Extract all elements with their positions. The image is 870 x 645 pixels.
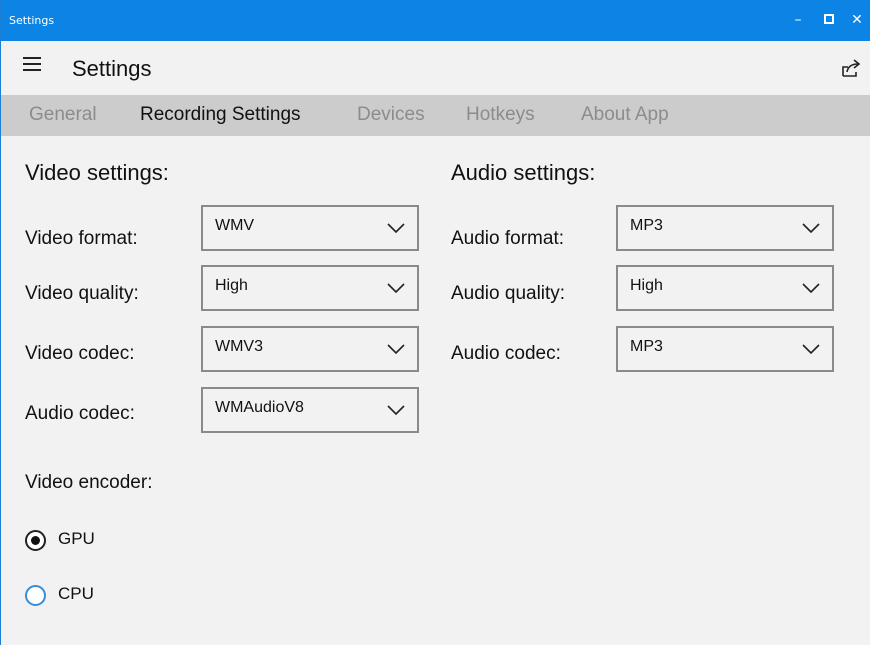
audio-quality-value: High bbox=[630, 277, 663, 294]
video-codec-select[interactable]: WMV3 bbox=[201, 326, 419, 372]
tab-recording-settings[interactable]: Recording Settings bbox=[140, 104, 301, 126]
gpu-radio[interactable] bbox=[25, 530, 46, 551]
cpu-radio-label: CPU bbox=[58, 584, 94, 603]
video-audio-codec-value: WMAudioV8 bbox=[215, 399, 304, 416]
video-format-value: WMV bbox=[215, 217, 255, 234]
window-title: Settings bbox=[9, 14, 55, 27]
video-quality-value: High bbox=[215, 277, 248, 294]
chevron-down-icon bbox=[387, 223, 405, 234]
audio-format-value: MP3 bbox=[630, 217, 663, 234]
audio-codec-label: Audio codec: bbox=[451, 343, 561, 364]
video-encoder-label: Video encoder: bbox=[25, 472, 153, 493]
tab-hotkeys[interactable]: Hotkeys bbox=[466, 104, 535, 126]
chevron-down-icon bbox=[387, 283, 405, 294]
chevron-down-icon bbox=[387, 344, 405, 355]
settings-window: Settings – ✕ Settings General Recording … bbox=[0, 0, 870, 645]
audio-codec-select[interactable]: MP3 bbox=[616, 326, 834, 372]
video-codec-value: WMV3 bbox=[215, 338, 263, 355]
audio-format-label: Audio format: bbox=[451, 228, 564, 249]
tab-devices[interactable]: Devices bbox=[357, 104, 425, 126]
video-codec-label: Video codec: bbox=[25, 343, 135, 364]
tab-bar: General Recording Settings Devices Hotke… bbox=[1, 95, 870, 136]
page-title: Settings bbox=[72, 56, 152, 81]
title-bar: Settings – ✕ bbox=[1, 0, 870, 41]
maximize-icon[interactable] bbox=[819, 10, 839, 30]
audio-format-select[interactable]: MP3 bbox=[616, 205, 834, 251]
video-audio-codec-select[interactable]: WMAudioV8 bbox=[201, 387, 419, 433]
app-bar: Settings bbox=[1, 41, 870, 95]
video-format-label: Video format: bbox=[25, 228, 138, 249]
audio-quality-label: Audio quality: bbox=[451, 283, 566, 304]
video-quality-select[interactable]: High bbox=[201, 265, 419, 311]
video-audio-codec-label: Audio codec: bbox=[25, 403, 135, 424]
audio-codec-value: MP3 bbox=[630, 338, 663, 355]
tab-about-app[interactable]: About App bbox=[581, 104, 669, 126]
minimize-icon[interactable]: – bbox=[788, 10, 808, 30]
hamburger-icon[interactable] bbox=[23, 57, 41, 77]
chevron-down-icon bbox=[802, 223, 820, 234]
video-quality-label: Video quality: bbox=[25, 283, 139, 304]
video-settings-title: Video settings: bbox=[25, 160, 169, 185]
audio-settings-title: Audio settings: bbox=[451, 160, 596, 185]
chevron-down-icon bbox=[802, 283, 820, 294]
share-icon[interactable] bbox=[839, 56, 863, 80]
close-icon[interactable]: ✕ bbox=[847, 10, 867, 30]
chevron-down-icon bbox=[802, 344, 820, 355]
tab-general[interactable]: General bbox=[29, 104, 97, 126]
chevron-down-icon bbox=[387, 405, 405, 416]
audio-quality-select[interactable]: High bbox=[616, 265, 834, 311]
cpu-radio[interactable] bbox=[25, 585, 46, 606]
video-format-select[interactable]: WMV bbox=[201, 205, 419, 251]
gpu-radio-label: GPU bbox=[58, 529, 95, 548]
